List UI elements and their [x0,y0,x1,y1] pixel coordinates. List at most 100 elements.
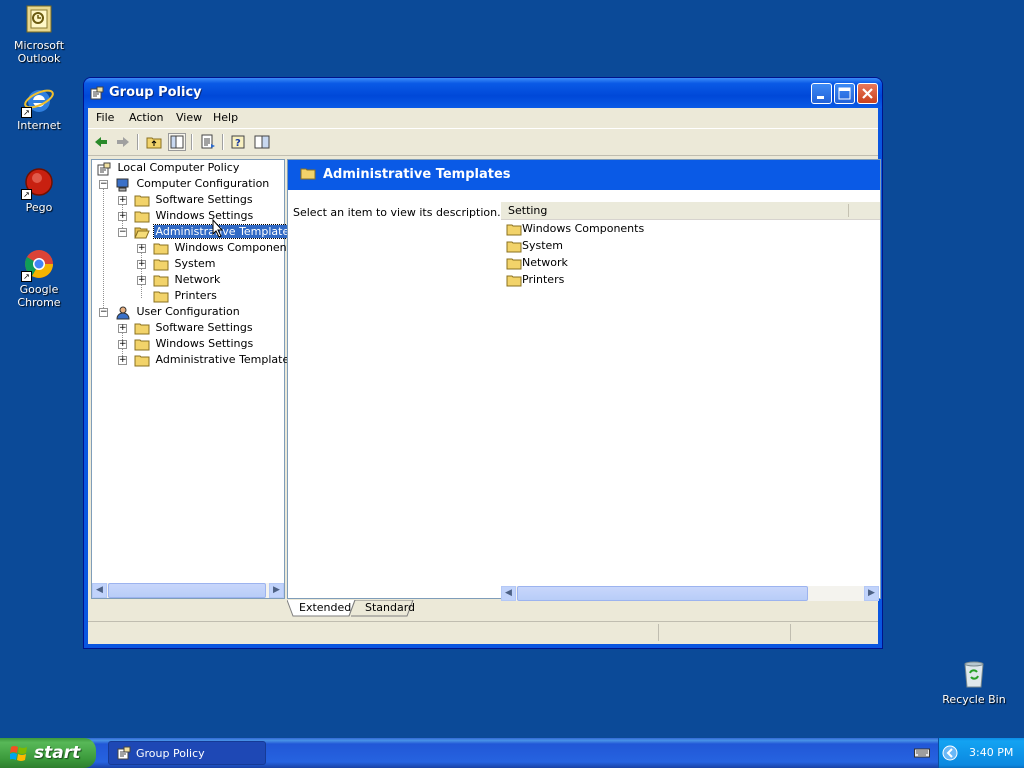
folder-icon [506,274,522,287]
folder-icon [506,257,522,270]
list-item[interactable]: Windows Components [506,221,644,237]
scroll-right-icon[interactable]: ▶ [269,583,284,598]
tree-node-user-windows-settings[interactable]: Windows Settings [134,336,255,352]
menu-view[interactable]: View [176,111,202,124]
menu-action[interactable]: Action [129,111,163,124]
details-horizontal-scrollbar[interactable]: ◀ ▶ [501,586,879,601]
tree-node-printers[interactable]: Printers [153,288,219,304]
list-item[interactable]: Network [506,255,568,271]
tree-node-local-computer-policy[interactable]: Local Computer Policy [96,160,241,176]
mouse-cursor-icon [212,218,224,241]
scroll-left-icon[interactable]: ◀ [92,583,107,598]
tree-node-user-configuration[interactable]: User Configuration [115,304,242,320]
collapse-icon[interactable]: − [99,180,108,189]
column-header-setting[interactable]: Setting [501,202,880,220]
desktop-icon-label: Pego [25,201,53,214]
details-title: Administrative Templates [323,167,511,182]
folder-icon [134,210,150,223]
tab-extended[interactable]: Extended [299,600,351,616]
title-bar[interactable]: Group Policy [84,78,882,108]
maximize-button[interactable] [834,83,855,104]
desktop-icon-label: Internet [17,119,61,132]
taskbar: start Group Policy 3:40 PM [0,738,1024,768]
clock: 3:40 PM [969,746,1014,759]
scroll-thumb[interactable] [108,583,266,598]
policy-icon [96,162,112,175]
start-button[interactable]: start [0,738,96,768]
tree-node-computer-configuration[interactable]: Computer Configuration [115,176,271,192]
start-label: start [34,743,81,763]
minimize-button[interactable] [811,83,832,104]
list-item[interactable]: Printers [506,272,564,288]
show-hide-tree-icon[interactable] [168,133,186,151]
tree-label: Administrative Templates [155,353,296,366]
column-header-label: Setting [508,204,548,217]
tree-label: Software Settings [155,321,253,334]
svg-text:?: ? [235,138,241,149]
folder-icon [153,258,169,271]
expand-icon[interactable]: + [118,196,127,205]
description-text: Select an item to view its description. [293,206,501,219]
export-list-icon[interactable] [199,133,217,151]
tree-label: Windows Components [174,241,297,254]
tree-label: Computer Configuration [136,177,270,190]
expand-icon[interactable]: + [118,212,127,221]
view-icon[interactable] [253,133,271,151]
window-client: File Action View Help ? Local Computer P… [88,108,881,644]
scroll-right-icon[interactable]: ▶ [864,586,879,601]
tree-label: Administrative Templates [152,224,298,239]
expand-icon[interactable]: + [118,340,127,349]
keyboard-icon[interactable] [914,747,930,762]
list-item-label: System [522,239,564,252]
desktop-icon-chrome[interactable]: ↗ Google Chrome [1,248,77,309]
desktop-icon-internet[interactable]: ↗ Internet [1,84,77,132]
show-hidden-icons-icon[interactable] [942,745,958,764]
user-icon [115,306,131,319]
menu-help[interactable]: Help [213,111,238,124]
recycle-bin-icon [958,658,990,690]
collapse-icon[interactable]: − [118,228,127,237]
tab-standard[interactable]: Standard [365,600,415,616]
windows-logo-icon [9,745,28,765]
desktop-icon-recycle-bin[interactable]: Recycle Bin [936,658,1012,706]
menu-file[interactable]: File [96,111,114,124]
expand-icon[interactable]: + [137,276,146,285]
tree-node-user-software-settings[interactable]: Software Settings [134,320,255,336]
taskbar-item-group-policy[interactable]: Group Policy [108,741,266,765]
list-item[interactable]: System [506,238,563,254]
forward-arrow-icon[interactable] [114,133,132,151]
up-one-level-icon[interactable] [145,133,163,151]
desktop-icon-pego[interactable]: ↗ Pego [1,166,77,214]
expand-icon[interactable]: + [137,260,146,269]
tree-horizontal-scrollbar[interactable]: ◀ ▶ [92,583,284,598]
details-header: Administrative Templates [288,160,880,190]
tree-node-software-settings[interactable]: Software Settings [134,192,255,208]
scroll-left-icon[interactable]: ◀ [501,586,516,601]
back-arrow-icon[interactable] [92,133,110,151]
desktop-icon-outlook[interactable]: Microsoft Outlook [1,4,77,65]
collapse-icon[interactable]: − [99,308,108,317]
tree-node-windows-settings[interactable]: Windows Settings [134,208,255,224]
folder-icon [134,322,150,335]
folder-icon [134,194,150,207]
tree-pane[interactable]: Local Computer Policy − Computer Configu… [91,159,298,599]
tree-node-user-administrative-templates[interactable]: Administrative Templates [134,352,297,368]
help-icon[interactable]: ? [230,133,248,151]
tree-label: Local Computer Policy [117,161,240,174]
folder-icon [134,338,150,351]
tree-label: Software Settings [155,193,253,206]
system-tray: 3:40 PM [938,738,1024,768]
outlook-icon [23,4,55,36]
tree-node-system[interactable]: System [153,256,218,272]
scroll-thumb[interactable] [517,586,808,601]
tree-node-network[interactable]: Network [153,272,222,288]
details-pane: Administrative Templates Select an item … [287,159,881,601]
status-bar [88,621,878,644]
group-policy-window: Group Policy File Action View Help ? Loc… [84,78,882,648]
close-button[interactable] [857,83,878,104]
tree-node-windows-components[interactable]: Windows Components [153,240,299,256]
list-item-label: Printers [522,273,565,286]
expand-icon[interactable]: + [137,244,146,253]
expand-icon[interactable]: + [118,356,127,365]
expand-icon[interactable]: + [118,324,127,333]
